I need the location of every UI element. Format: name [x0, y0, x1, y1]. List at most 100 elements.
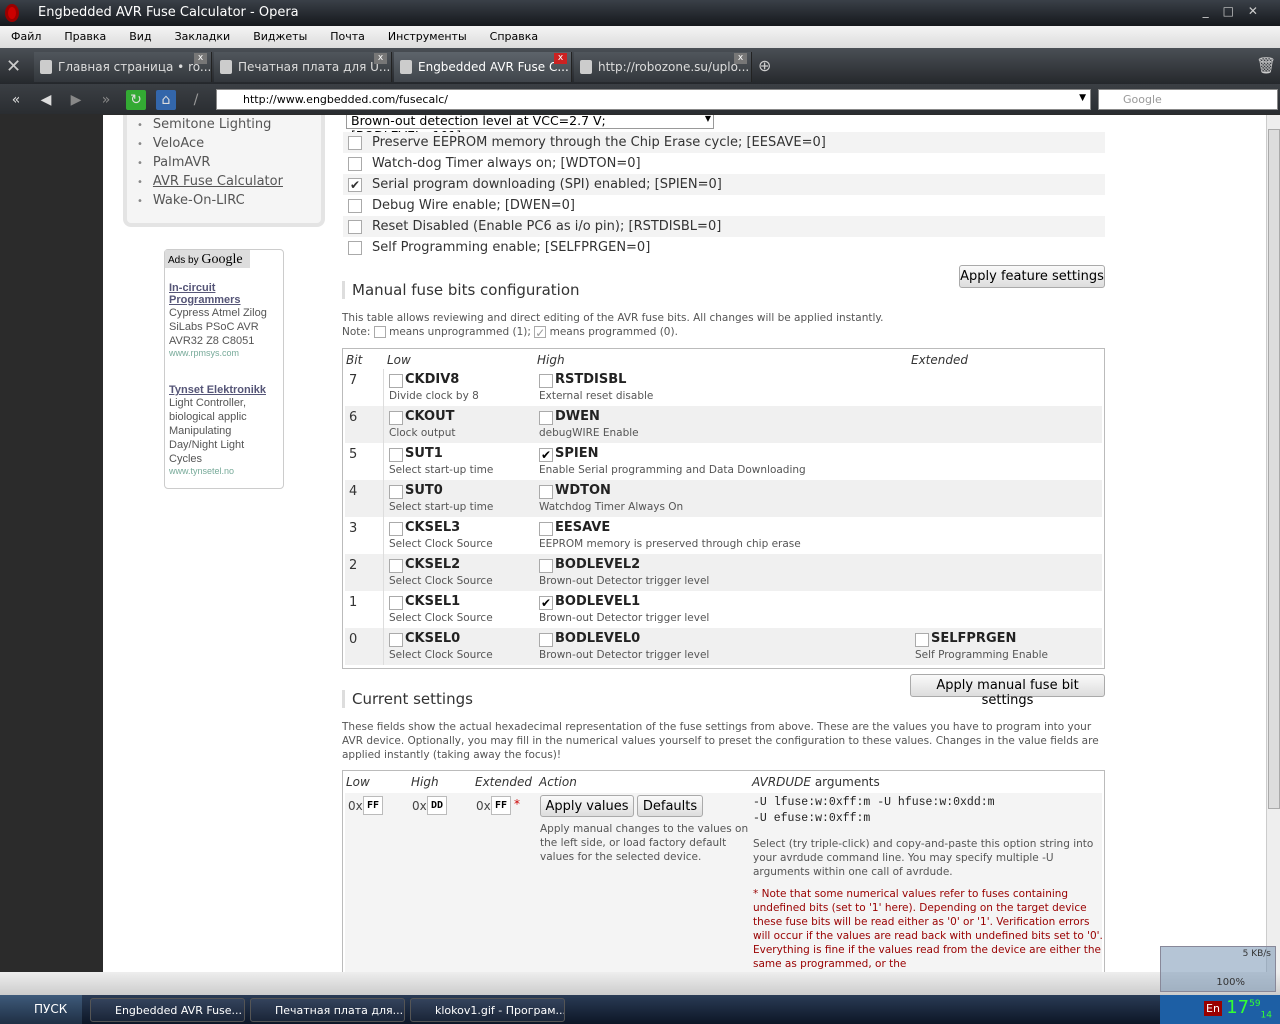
unchecked-checkbox[interactable] [389, 559, 403, 573]
fast-forward-icon[interactable]: » [96, 90, 116, 110]
avrdude-args-line1[interactable]: -U lfuse:w:0xff:m -U hfuse:w:0xdd:m [753, 795, 995, 811]
unchecked-checkbox[interactable] [389, 374, 403, 388]
checked-checkbox[interactable]: ✔ [539, 448, 553, 462]
fuse-bit-cell: CKSEL3 Select Clock Source [387, 517, 535, 554]
tab-2[interactable]: Печатная плата для U... x [214, 52, 392, 82]
ad-url[interactable]: www.tynsetel.no [169, 466, 279, 476]
zoom-level[interactable]: 100% [1216, 977, 1245, 988]
defaults-button[interactable]: Defaults [637, 795, 703, 817]
fuse-bit-desc: Select Clock Source [389, 538, 493, 550]
unchecked-checkbox[interactable] [389, 633, 403, 647]
extended-fuse-input[interactable]: FF [491, 796, 511, 815]
back-icon[interactable]: ◀ [36, 90, 56, 110]
fuse-bit-name: CKSEL3 [405, 520, 461, 535]
current-description: These fields show the actual hexadecimal… [342, 721, 1099, 761]
close-tab-icon[interactable]: x [734, 53, 747, 64]
apply-values-button[interactable]: Apply values [540, 795, 634, 817]
unchecked-checkbox[interactable] [539, 411, 553, 425]
fuse-row: 5 SUT1 Select start-up time ✔ SPIEN Enable Se… [345, 443, 1102, 480]
feature-option[interactable]: ✔ Serial program downloading (SPI) enable… [343, 174, 1105, 195]
unchecked-checkbox[interactable] [348, 157, 362, 171]
search-field[interactable]: Google [1098, 89, 1278, 110]
empty-cell [913, 554, 1102, 591]
checked-checkbox[interactable]: ✔ [348, 178, 362, 192]
feature-option[interactable]: Preserve EEPROM memory through the Chip … [343, 132, 1105, 153]
empty-cell [913, 517, 1102, 554]
menu-file[interactable]: Файл [11, 26, 41, 43]
unchecked-checkbox[interactable] [389, 485, 403, 499]
menu-tools[interactable]: Инструменты [388, 26, 467, 43]
menu-view[interactable]: Вид [129, 26, 151, 43]
unchecked-checkbox[interactable] [389, 411, 403, 425]
chevron-down-icon[interactable]: ▼ [705, 115, 711, 123]
ad-link[interactable]: Tynset Elektronikk [169, 384, 279, 396]
new-tab-icon[interactable]: ⊕ [758, 56, 771, 75]
home-icon[interactable]: ⌂ [156, 90, 176, 110]
tab-3[interactable]: Engbedded AVR Fuse C... x [394, 52, 572, 82]
fuse-bit-desc: Select start-up time [389, 501, 494, 513]
close-tab-icon[interactable]: x [194, 53, 207, 64]
close-tab-icon[interactable]: x [374, 53, 387, 64]
tools-icon[interactable]: ✕ [6, 56, 21, 77]
fuse-row: 0 CKSEL0 Select Clock Source BODLEVEL0 Brown… [345, 628, 1102, 665]
checked-checkbox[interactable]: ✔ [539, 596, 553, 610]
ad-link[interactable]: In-circuit Programmers [169, 282, 279, 306]
unchecked-checkbox[interactable] [348, 220, 362, 234]
unchecked-checkbox[interactable] [348, 199, 362, 213]
nav-link[interactable]: PalmAVR [137, 155, 321, 174]
forward-icon[interactable]: ▶ [66, 90, 86, 110]
rewind-icon[interactable]: « [6, 90, 26, 110]
chevron-down-icon[interactable]: ▼ [1079, 93, 1086, 103]
nav-link[interactable]: Semitone Lighting [137, 117, 321, 136]
unchecked-checkbox[interactable] [348, 241, 362, 255]
unchecked-checkbox[interactable] [539, 522, 553, 536]
unchecked-checkbox[interactable] [389, 448, 403, 462]
trash-icon[interactable]: 🗑 [1256, 56, 1276, 75]
low-fuse-input[interactable]: FF [363, 796, 383, 815]
unchecked-checkbox[interactable] [539, 485, 553, 499]
ad-url[interactable]: www.rpmsys.com [169, 348, 279, 358]
menu-bookmarks[interactable]: Закладки [175, 26, 231, 43]
unchecked-checkbox[interactable] [915, 633, 929, 647]
reload-icon[interactable]: ↻ [126, 90, 146, 110]
unchecked-checkbox[interactable] [389, 596, 403, 610]
edit-icon[interactable]: / [186, 90, 206, 110]
apply-feature-settings-button[interactable]: Apply feature settings [959, 265, 1105, 288]
scrollbar-thumb[interactable] [1268, 129, 1280, 809]
language-indicator[interactable]: En [1204, 1001, 1222, 1016]
unchecked-checkbox[interactable] [389, 522, 403, 536]
unchecked-checkbox[interactable] [539, 374, 553, 388]
taskbar-item[interactable]: Печатная плата для... [250, 998, 405, 1022]
start-button[interactable]: пуск [0, 995, 82, 1024]
menu-edit[interactable]: Правка [64, 26, 106, 43]
unchecked-checkbox[interactable] [539, 559, 553, 573]
feature-option[interactable]: Self Programming enable; [SELFPRGEN=0] [343, 237, 1105, 258]
undefined-bits-asterisk: * [514, 797, 520, 811]
tab-1[interactable]: Главная страница • ro... x [34, 52, 212, 82]
taskbar-item[interactable]: Engbedded AVR Fuse... [90, 998, 245, 1022]
avrdude-args-line2[interactable]: -U efuse:w:0xff:m [753, 811, 870, 827]
feature-option[interactable]: Watch-dog Timer always on; [WDTON=0] [343, 153, 1105, 174]
nav-link[interactable]: VeloAce [137, 136, 321, 155]
menu-mail[interactable]: Почта [330, 26, 365, 43]
nav-link[interactable]: Wake-On-LIRC [137, 193, 321, 212]
unchecked-checkbox[interactable] [539, 633, 553, 647]
nav-link-current[interactable]: AVR Fuse Calculator [137, 174, 321, 193]
bod-level-select[interactable]: Brown-out detection level at VCC=2.7 V; … [346, 115, 714, 143]
unchecked-checkbox[interactable] [348, 136, 362, 150]
apply-manual-fuse-button[interactable]: Apply manual fuse bit settings [910, 674, 1105, 708]
menu-help[interactable]: Справка [490, 26, 538, 43]
taskbar-item[interactable]: klokov1.gif - Програм... [410, 998, 565, 1022]
google-ads: Ads by Google In-circuit Programmers Cyp… [164, 249, 284, 489]
feature-option[interactable]: Debug Wire enable; [DWEN=0] [343, 195, 1105, 216]
high-fuse-input[interactable]: DD [427, 796, 447, 815]
menu-widgets[interactable]: Виджеты [253, 26, 307, 43]
window-controls[interactable]: _□✕ [1203, 4, 1272, 18]
page-content: Semitone Lighting VeloAce PalmAVR AVR Fu… [103, 115, 1266, 972]
tab-4[interactable]: http://robozone.su/uplo... x [574, 52, 752, 82]
address-field[interactable]: http://www.engbedded.com/fusecalc/▼ [216, 89, 1091, 110]
close-tab-icon[interactable]: x [554, 53, 567, 64]
vertical-scrollbar[interactable] [1266, 115, 1280, 972]
feature-option[interactable]: Reset Disabled (Enable PC6 as i/o pin); … [343, 216, 1105, 237]
fuse-bit-name: BODLEVEL2 [555, 557, 641, 572]
